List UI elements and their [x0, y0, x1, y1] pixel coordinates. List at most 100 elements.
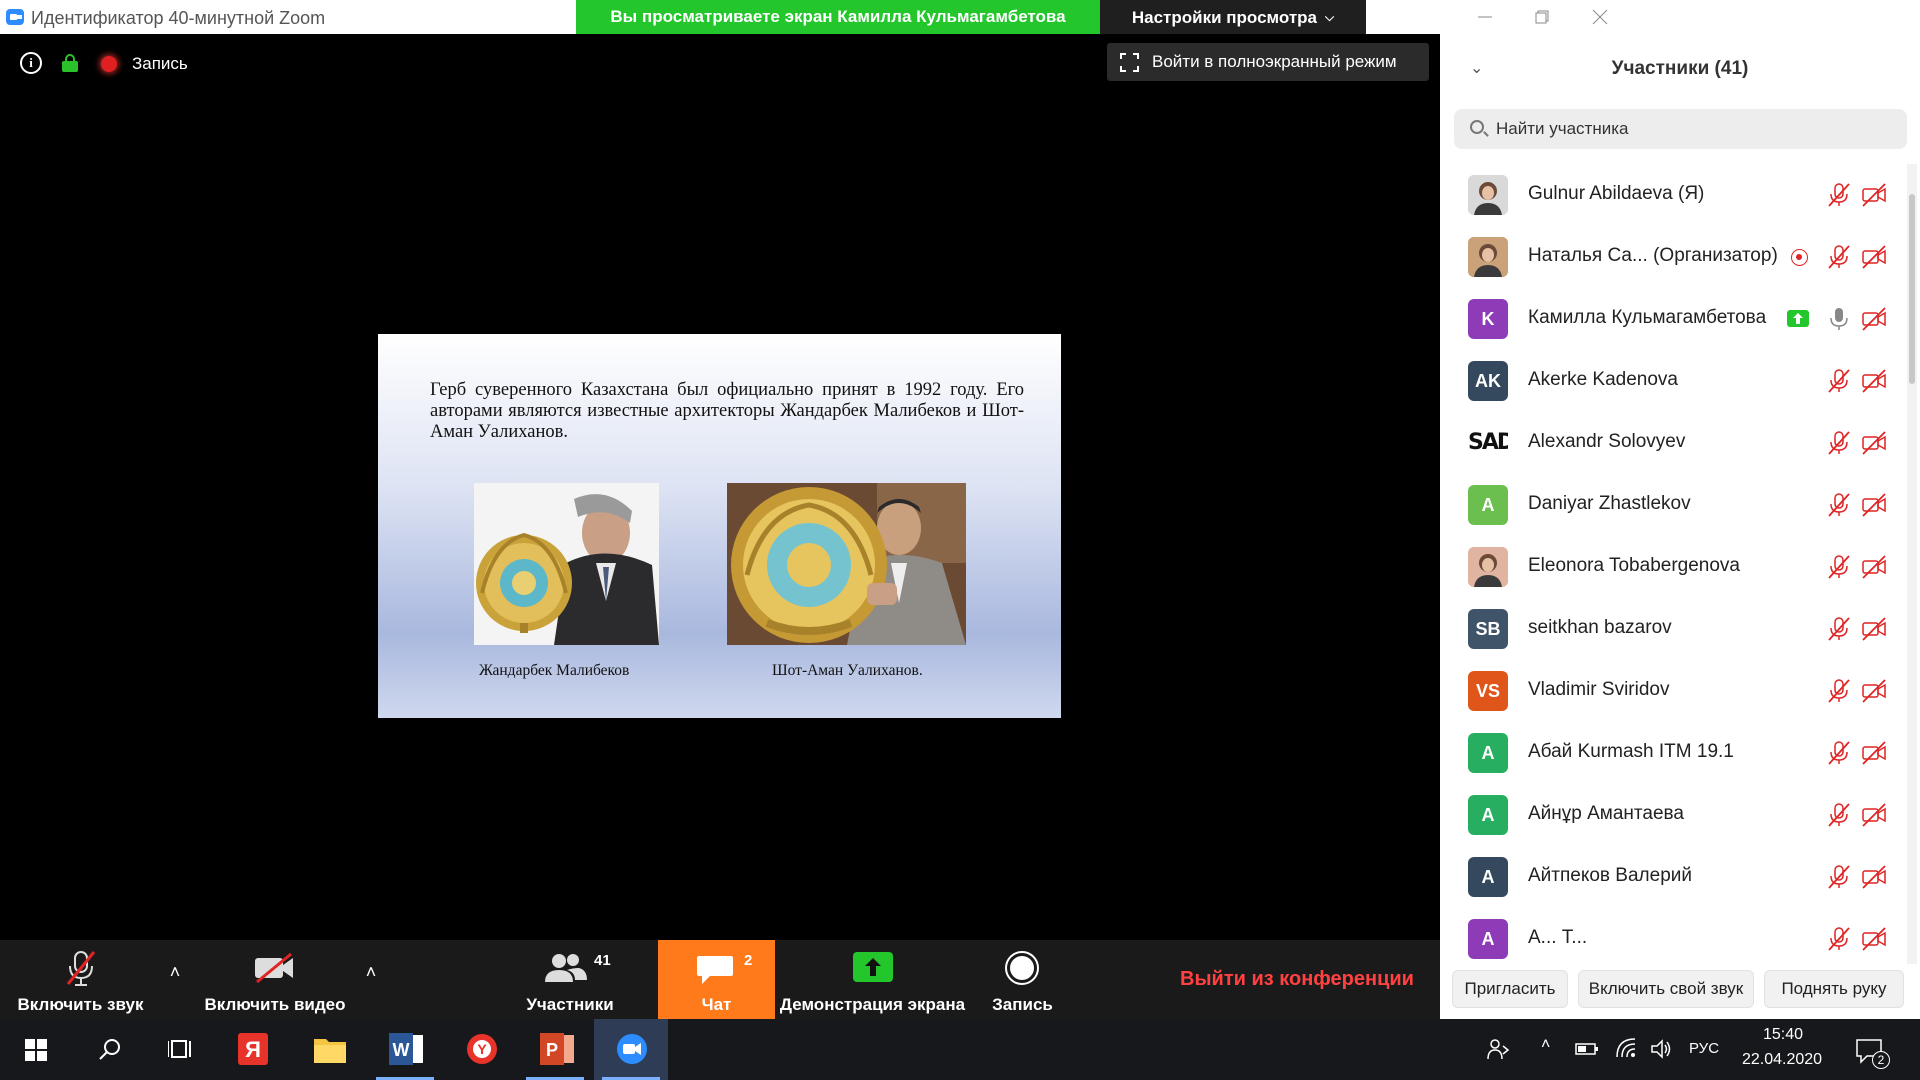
participant-row[interactable]: A А... Т... [1440, 908, 1905, 966]
chat-button[interactable]: 2 Чат [658, 940, 775, 1019]
video-off-icon [1862, 741, 1886, 765]
record-button[interactable]: Запись [970, 940, 1075, 1019]
close-window-button[interactable] [1570, 0, 1630, 34]
taskbar-search-button[interactable] [72, 1019, 146, 1080]
mic-on-icon [1830, 308, 1848, 330]
start-video-label: Включить видео [204, 995, 346, 1014]
participant-row[interactable]: A Айтпеков Валерий [1440, 846, 1905, 908]
mic-muted-icon [1828, 803, 1850, 827]
meeting-info-icon[interactable]: i [20, 52, 42, 74]
participants-scrollbar-thumb[interactable] [1909, 194, 1915, 384]
participant-avatar: SB [1468, 609, 1508, 649]
yandex-browser-button[interactable]: Y [444, 1019, 518, 1080]
participant-name: seitkhan bazarov [1528, 617, 1672, 638]
powerpoint-app-button[interactable]: P [518, 1019, 592, 1080]
mic-muted-icon [1828, 369, 1850, 393]
slide-caption-2: Шот-Аман Уалиханов. [772, 662, 923, 679]
participant-name: Eleonora Tobabergenova [1528, 555, 1740, 576]
participant-row[interactable]: Наталья Са... (Организатор) [1440, 226, 1905, 288]
encryption-lock-icon[interactable] [62, 54, 78, 72]
start-video-button[interactable]: Включить видео [195, 940, 355, 1019]
participant-name: Наталья Са... (Организатор) [1528, 245, 1778, 266]
meeting-toolbar: Включить звук ˄ Включить видео ˄ 41 Учас… [0, 940, 1440, 1019]
battery-icon[interactable] [1575, 1041, 1599, 1057]
participant-row[interactable]: SB seitkhan bazarov [1440, 598, 1905, 660]
participant-row[interactable]: A Абай Kurmash ITM 19.1 [1440, 722, 1905, 784]
participant-search[interactable] [1454, 109, 1907, 149]
volume-icon[interactable] [1650, 1038, 1672, 1060]
video-off-icon [1862, 865, 1886, 889]
zoom-logo-icon [6, 9, 24, 25]
participant-row[interactable]: A Айнұр Амантаева [1440, 784, 1905, 846]
svg-text:W: W [393, 1040, 410, 1060]
share-screen-label: Демонстрация экрана [779, 995, 966, 1014]
share-screen-button[interactable]: Демонстрация экрана [775, 940, 970, 1019]
participant-sharing-icon [1787, 310, 1809, 327]
participant-row[interactable]: Gulnur Abildaeva (Я) [1440, 164, 1905, 226]
start-button[interactable] [0, 1019, 74, 1080]
mic-muted-icon [1828, 679, 1850, 703]
mic-muted-icon [66, 951, 96, 986]
participant-row[interactable]: Eleonora Tobabergenova [1440, 536, 1905, 598]
participant-name: А... Т... [1528, 927, 1588, 948]
participants-button[interactable]: 41 Участники [510, 940, 630, 1019]
view-settings-label: Настройки просмотра [1131, 8, 1318, 27]
participant-row[interactable]: AK Akerke Kadenova [1440, 350, 1905, 412]
record-icon [1005, 951, 1039, 985]
input-language[interactable]: РУС [1689, 1040, 1719, 1057]
participant-search-input[interactable] [1496, 109, 1896, 149]
taskbar-search-icon [99, 1039, 120, 1060]
participants-scrollbar[interactable] [1907, 164, 1917, 964]
word-icon: W [389, 1033, 423, 1065]
share-banner: Вы просматриваете экран Камилла Кульмага… [576, 0, 1100, 34]
video-off-icon [1862, 555, 1886, 579]
audio-options-caret-icon[interactable]: ˄ [165, 962, 185, 982]
show-hidden-icons-chevron-icon[interactable]: ˄ [1541, 1036, 1550, 1054]
participant-avatar: K [1468, 299, 1508, 339]
participants-panel-title: Участники (41) [1611, 58, 1749, 79]
participant-row[interactable]: SAD Alexandr Solovyev [1440, 412, 1905, 474]
fullscreen-button[interactable]: Войти в полноэкранный режим [1107, 43, 1429, 81]
unmute-button[interactable]: Включить звук [8, 940, 153, 1019]
participant-name: Alexandr Solovyev [1528, 431, 1686, 452]
svg-text:Y: Y [477, 1041, 487, 1057]
wifi-icon[interactable] [1615, 1037, 1637, 1059]
unmute-label: Включить звук [17, 995, 144, 1014]
shared-slide: Герб суверенного Казахстана был официаль… [378, 334, 1061, 718]
participant-row[interactable]: A Daniyar Zhastlekov [1440, 474, 1905, 536]
raise-hand-button[interactable]: Поднять руку [1764, 970, 1904, 1008]
clock-date[interactable]: 22.04.2020 [1742, 1051, 1822, 1069]
video-off-icon [1862, 369, 1886, 393]
file-explorer-button[interactable] [292, 1019, 366, 1080]
slide-caption-1: Жандарбек Малибеков [479, 662, 630, 679]
leave-meeting-button[interactable]: Выйти из конференции [1180, 968, 1414, 991]
invite-button[interactable]: Пригласить [1452, 970, 1568, 1008]
clock-time[interactable]: 15:40 [1763, 1026, 1803, 1044]
participant-row[interactable]: VS Vladimir Sviridov [1440, 660, 1905, 722]
minimize-button[interactable] [1455, 0, 1515, 34]
participant-avatar: A [1468, 733, 1508, 773]
yandex-app-button[interactable]: Я [216, 1019, 290, 1080]
participant-name: Айнұр Амантаева [1528, 803, 1684, 824]
search-icon [1470, 120, 1484, 134]
video-options-caret-icon[interactable]: ˄ [361, 962, 381, 982]
video-off-icon [1862, 803, 1886, 827]
windows-logo-icon [25, 1039, 47, 1061]
mic-muted-icon [1828, 927, 1850, 951]
word-app-button[interactable]: W [368, 1019, 442, 1080]
unmute-me-button[interactable]: Включить свой звук [1578, 970, 1754, 1008]
task-view-button[interactable] [144, 1019, 218, 1080]
people-icon[interactable] [1486, 1037, 1510, 1061]
view-settings-button[interactable]: Настройки просмотра ⌵ [1100, 0, 1366, 34]
zoom-app-button[interactable] [594, 1019, 668, 1080]
chevron-down-icon: ⌵ [1325, 10, 1335, 24]
restore-button[interactable] [1512, 0, 1572, 34]
participant-row[interactable]: K Камилла Кульмагамбетова [1440, 288, 1905, 350]
mic-muted-icon [1828, 431, 1850, 455]
video-off-icon [1862, 245, 1886, 269]
mic-muted-icon [1828, 617, 1850, 641]
video-off-icon [1862, 183, 1886, 207]
participant-name: Akerke Kadenova [1528, 369, 1678, 390]
participants-panel: ⌄ Участники (41) Gulnur Abildaeva (Я)Нат… [1440, 34, 1920, 1019]
share-screen-icon [853, 952, 893, 982]
